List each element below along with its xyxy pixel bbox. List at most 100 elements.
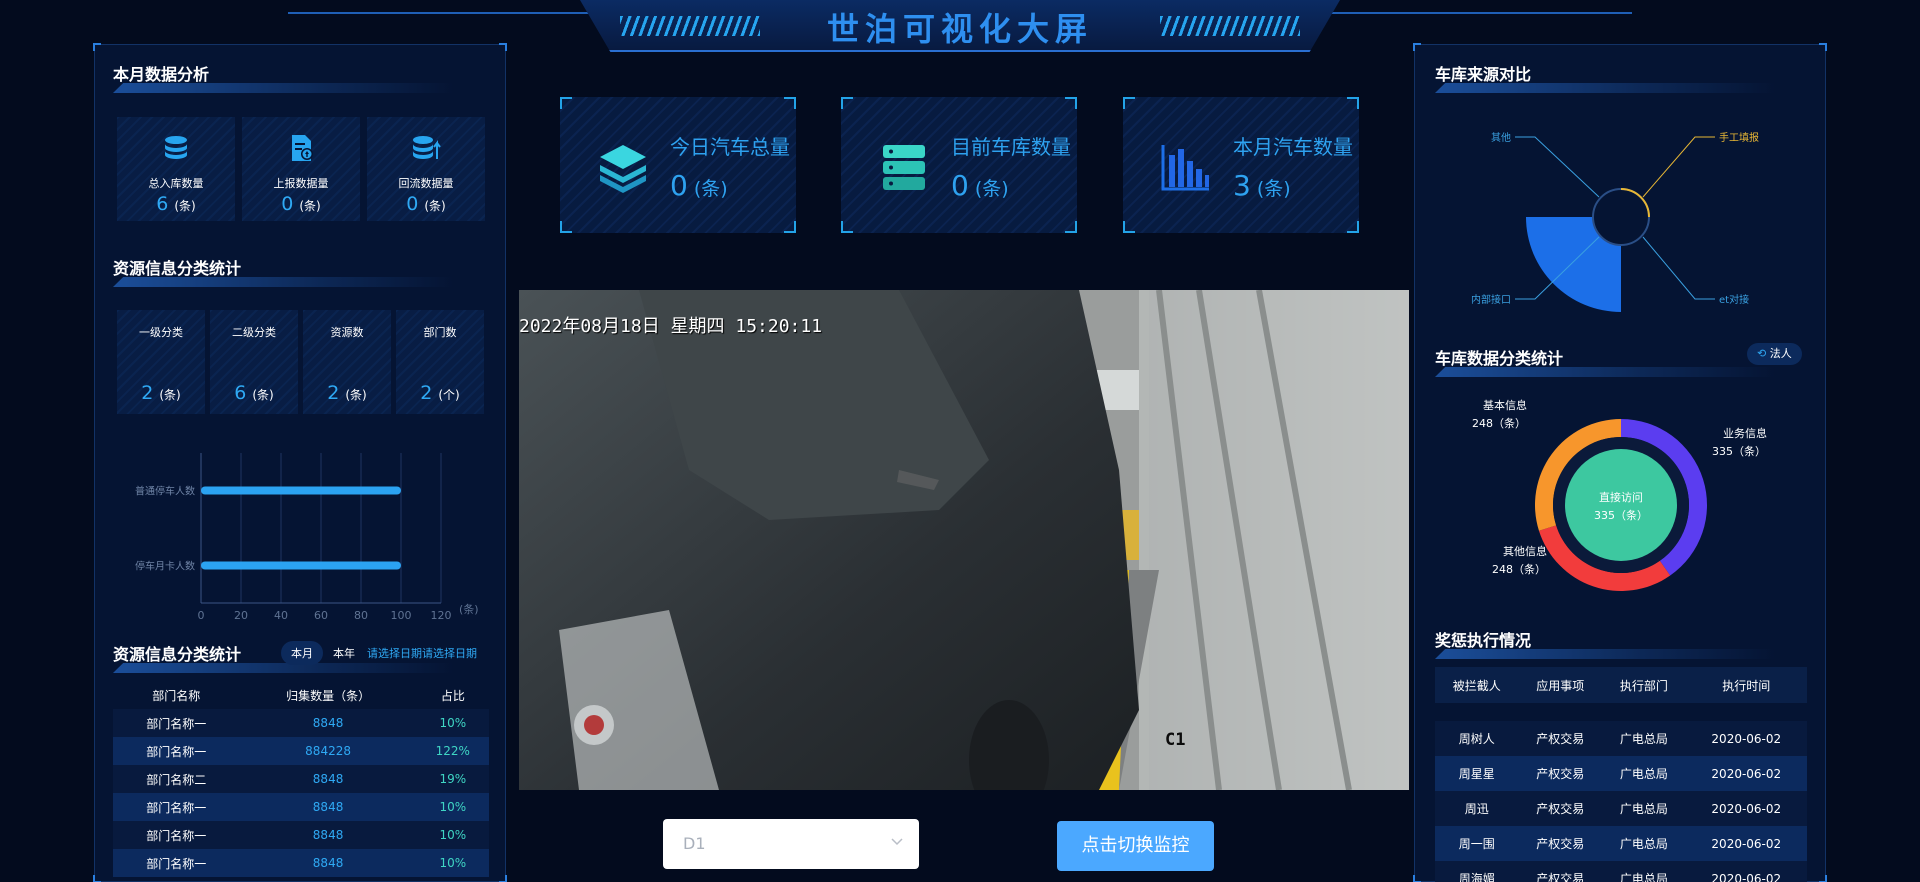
legal-person-toggle[interactable]: ⟲ 法人 [1747, 343, 1802, 365]
table-cell: 部门名称一 [113, 793, 240, 821]
bar-chart-icon [1161, 145, 1209, 191]
table-row[interactable]: 部门名称二 8848 19% [113, 765, 489, 793]
stat-label: 资源数 [330, 326, 364, 339]
table-row[interactable]: 周一围 产权交易 广电总局 2020-06-02 [1435, 826, 1807, 861]
x-tick-label: 40 [274, 609, 288, 621]
table-row[interactable]: 周星星 产权交易 广电总局 2020-06-02 [1435, 756, 1807, 791]
kpi-label: 本月汽车数量 [1233, 135, 1353, 159]
stat-value: 6 (条) [156, 193, 196, 215]
source-rose-chart: 其他 手工填报 et对接 内部接口 [1471, 131, 1759, 312]
title-bar: 世泊可视化大屏 [580, 0, 1340, 52]
table-row[interactable]: 周海媚 产权交易 广电总局 2020-06-02 [1435, 861, 1807, 882]
table-header: 被拦截人 [1452, 678, 1501, 693]
right-panel: 车库来源对比 其他 手工填报 et对接 内部接口 车库数据分类统计 ⟲ 法人 直接访问… [1413, 43, 1827, 882]
slice-label: 其他 [1491, 131, 1511, 144]
stat-label: 一级分类 [139, 326, 183, 339]
month-section-title: 本月数据分析 [113, 61, 453, 93]
table-cell: 广电总局 [1602, 826, 1686, 861]
table-cell: 8848 [239, 709, 417, 737]
table-cell: 2020-06-02 [1685, 791, 1807, 826]
stat-card-backflow: 回流数据量 0 (条) [367, 117, 485, 221]
table-row[interactable]: 部门名称一 8848 10% [113, 793, 489, 821]
stat-value: 6 (条) [234, 382, 274, 404]
leader-line [1515, 136, 1600, 198]
table-cell: 部门名称一 [113, 821, 240, 849]
table-row[interactable]: 周迅 产权交易 广电总局 2020-06-02 [1435, 791, 1807, 826]
video-timestamp: 2022年08月18日 星期四 15:20:11 [519, 316, 823, 337]
source-section-title: 车库来源对比 [1435, 61, 1775, 93]
stat-value: 0 (条) [406, 193, 446, 215]
table-row[interactable]: 周树人 产权交易 广电总局 2020-06-02 [1435, 721, 1807, 756]
table-header-row: 被拦截人 应用事项 执行部门 执行时间 [1435, 667, 1807, 703]
table-cell: 884228 [239, 737, 417, 765]
stat-value: 2 (个) [420, 382, 460, 404]
y-tick-label: 普通停车人数 [135, 485, 195, 498]
tab-month[interactable]: 本月 [281, 641, 323, 665]
table-header: 应用事项 [1536, 678, 1585, 693]
stat-card-departments: 部门数 2 (个) [396, 310, 484, 414]
slice-label: 手工填报 [1719, 131, 1759, 144]
table-cell: 广电总局 [1602, 791, 1686, 826]
table-cell: 8848 [239, 793, 417, 821]
table-row[interactable]: 部门名称一 8848 10% [113, 849, 489, 877]
table-cell: 周一围 [1435, 826, 1519, 861]
table-cell: 周海媚 [1435, 861, 1519, 882]
table-cell: 10% [416, 709, 489, 737]
table-cell: 周星星 [1435, 756, 1519, 791]
x-tick-label: 80 [354, 609, 368, 621]
table-cell: 产权交易 [1518, 756, 1603, 791]
kpi-value: 0 (条) [670, 169, 728, 202]
kpi-value: 3 (条) [1233, 169, 1291, 202]
donut-label: 业务信息 [1723, 426, 1767, 440]
table-cell: 广电总局 [1602, 721, 1686, 756]
stat-label: 上报数据量 [273, 177, 329, 190]
stat-label: 回流数据量 [398, 177, 454, 190]
table-cell: 产权交易 [1518, 826, 1603, 861]
kpi-card-garage: 目前车库数量 0 (条) [841, 97, 1077, 233]
donut-value-label: 248（条） [1492, 562, 1546, 576]
table-header: 归集数量（条） [286, 688, 371, 703]
table-header: 执行时间 [1722, 678, 1771, 693]
stat-card-resources: 资源数 2 (条) [303, 310, 391, 414]
department-table: 部门名称 归集数量（条） 占比 部门名称一 8848 10% 部门名称一 884228 1… [113, 681, 489, 877]
donut-center-label: 直接访问 [1599, 490, 1643, 504]
table-row[interactable]: 部门名称一 8848 10% [113, 821, 489, 849]
stat-card-total-stored: 总入库数量 6 (条) [117, 117, 235, 221]
kpi-card-today: 今日汽车总量 0 (条) [560, 97, 796, 233]
switch-camera-button[interactable]: 点击切换监控 [1057, 821, 1214, 871]
camera-feed[interactable]: 2022年08月18日 星期四 15:20:11 C1 [519, 290, 1409, 790]
reward-section-title: 奖惩执行情况 [1435, 627, 1775, 659]
table-cell: 周树人 [1435, 721, 1519, 756]
stat-label: 二级分类 [232, 326, 276, 339]
x-unit-label: (条) [459, 602, 479, 616]
table-cell: 产权交易 [1518, 721, 1603, 756]
table-header: 占比 [440, 688, 465, 703]
donut-value-label: 248（条） [1472, 416, 1526, 430]
table-cell: 产权交易 [1518, 861, 1603, 882]
y-tick-label: 停车月卡人数 [135, 560, 195, 573]
camera-select[interactable]: D1 [663, 819, 919, 869]
kpi-label: 目前车库数量 [951, 135, 1071, 159]
table-cell: 10% [416, 821, 489, 849]
file-upload-icon [292, 135, 313, 161]
table-row[interactable]: 部门名称一 8848 10% [113, 709, 489, 737]
donut-label: 其他信息 [1503, 544, 1547, 558]
table-row[interactable]: 部门名称一 884228 122% [113, 737, 489, 765]
stat-label: 总入库数量 [148, 177, 204, 190]
x-tick-label: 100 [391, 609, 412, 621]
table-cell: 10% [416, 793, 489, 821]
table-cell: 8848 [239, 765, 417, 793]
date-picker-link[interactable]: 请选择日期请选择日期 [365, 641, 479, 665]
tab-year[interactable]: 本年 [323, 641, 365, 665]
table-cell: 产权交易 [1518, 791, 1603, 826]
stat-card-level1: 一级分类 2 (条) [117, 310, 205, 414]
donut-center-value: 335（条） [1594, 508, 1648, 522]
table-cell: 122% [416, 737, 489, 765]
x-tick-label: 120 [431, 609, 452, 621]
kpi-label: 今日汽车总量 [670, 135, 790, 159]
x-tick-label: 20 [234, 609, 248, 621]
stat-card-level2: 二级分类 6 (条) [210, 310, 298, 414]
table-header: 执行部门 [1619, 678, 1668, 693]
chevron-down-icon [891, 838, 903, 846]
stat-value: 2 (条) [327, 382, 367, 404]
